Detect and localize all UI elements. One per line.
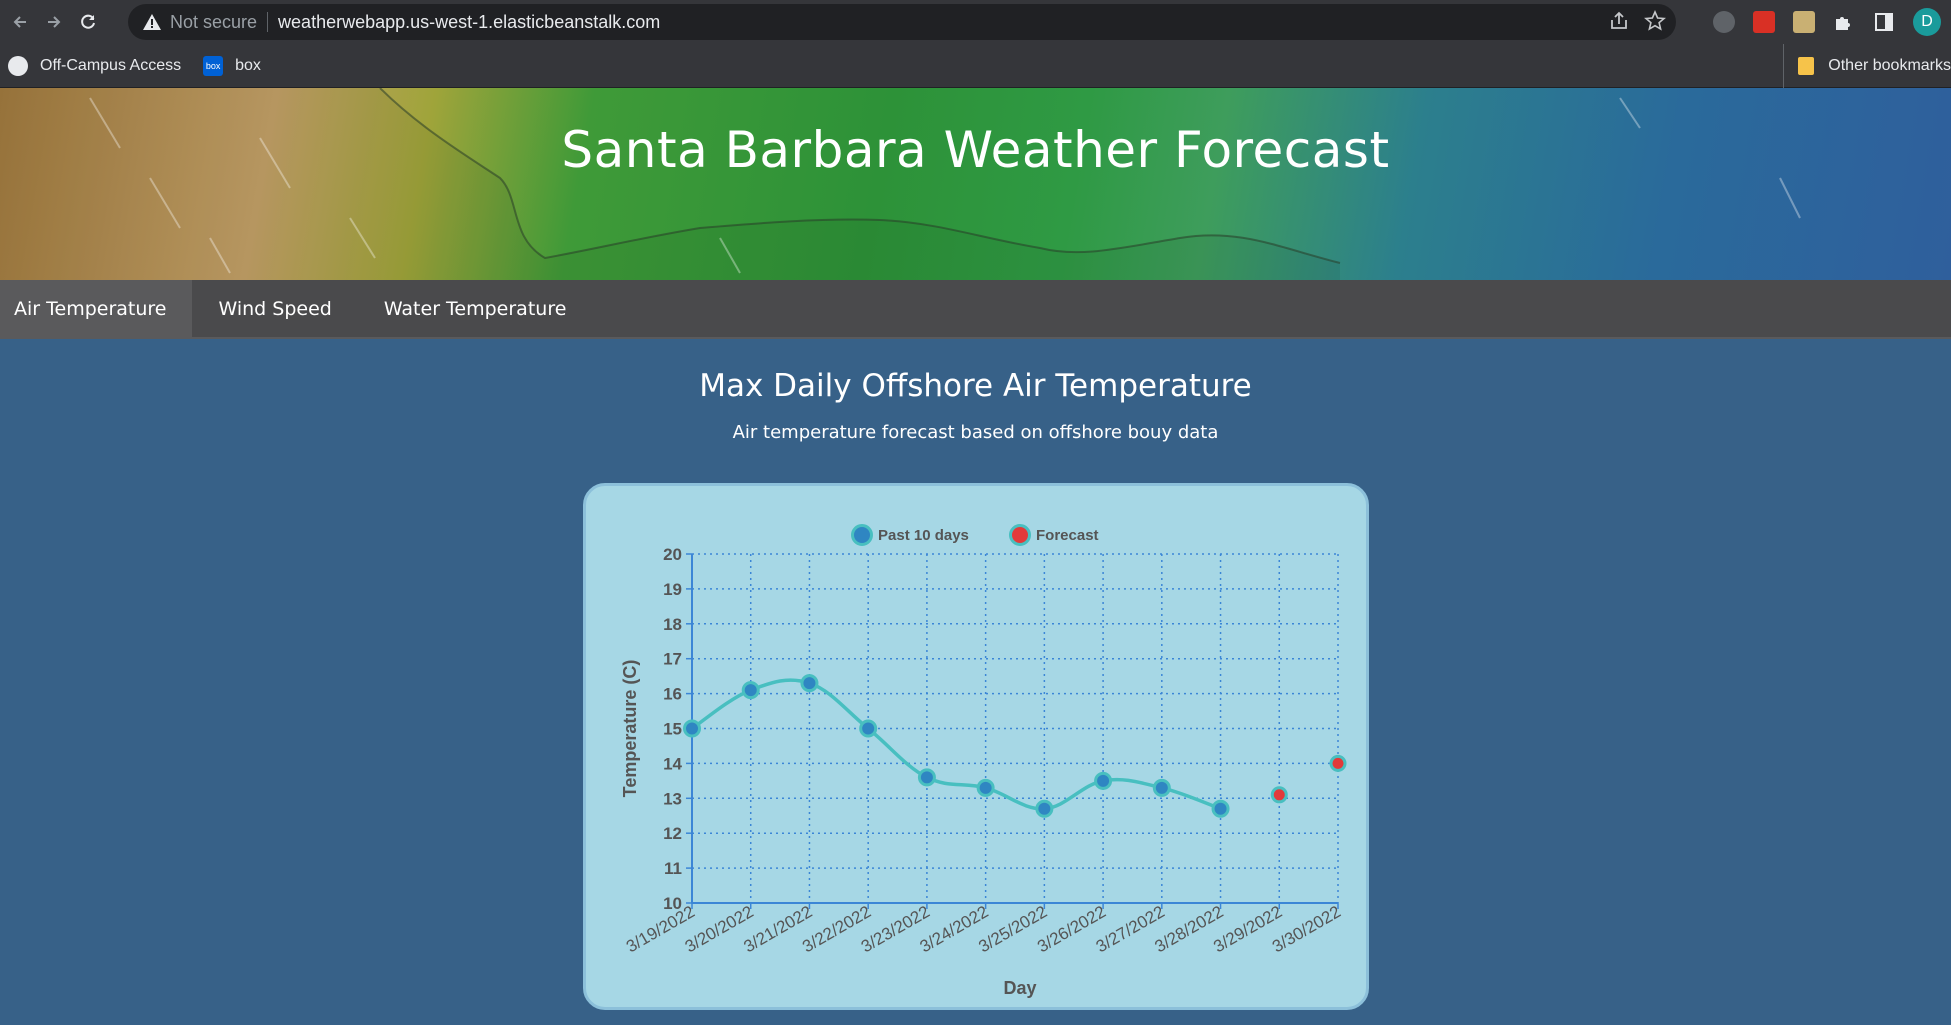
header-banner: Santa Barbara Weather Forecast	[0, 88, 1951, 280]
data-point-past	[1035, 799, 1054, 818]
site-title: Santa Barbara Weather Forecast	[561, 121, 1390, 179]
tab-water-temperature[interactable]: Water Temperature	[358, 280, 593, 337]
page-subtitle: Air temperature forecast based on offsho…	[732, 422, 1219, 443]
extension-red-icon[interactable]	[1753, 11, 1775, 33]
reload-icon[interactable]	[74, 8, 102, 36]
star-icon[interactable]	[1644, 10, 1666, 32]
tab-air-temperature[interactable]: Air Temperature	[0, 280, 193, 337]
data-point-past	[859, 719, 878, 738]
bookmark-box[interactable]: box box	[203, 55, 261, 76]
other-bookmarks[interactable]: Other bookmarks	[1783, 44, 1951, 88]
y-tick-label: 16	[663, 685, 682, 704]
globe-icon	[8, 55, 28, 76]
extension-shield-icon[interactable]	[1713, 11, 1735, 33]
bookmark-off-campus-access[interactable]: Off-Campus Access	[8, 55, 182, 76]
back-icon[interactable]	[6, 8, 34, 36]
legend-marker-past	[851, 524, 873, 546]
y-tick-label: 14	[663, 754, 682, 773]
folder-icon	[1798, 57, 1815, 75]
profile-avatar[interactable]: D	[1913, 8, 1941, 36]
data-point-past	[683, 719, 701, 738]
bookmarks-bar: Off-Campus Access box box Other bookmark…	[0, 44, 1951, 88]
url-text[interactable]: weatherwebapp.us-west-1.elasticbeanstalk…	[278, 12, 660, 33]
forward-icon[interactable]	[40, 8, 68, 36]
y-tick-label: 19	[663, 580, 682, 599]
box-icon: box	[203, 55, 224, 76]
y-tick-label: 18	[663, 615, 682, 634]
divider	[267, 12, 269, 32]
tab-wind-speed[interactable]: Wind Speed	[192, 280, 357, 337]
other-bookmarks-label: Other bookmarks	[1828, 57, 1951, 74]
y-axis-label: Temperature (C)	[620, 660, 640, 798]
bookmark-label: box	[235, 56, 261, 74]
data-point-past	[1094, 771, 1113, 790]
data-point-past	[1211, 799, 1230, 818]
y-tick-label: 11	[664, 859, 682, 878]
series-line-past	[691, 678, 1222, 811]
y-tick-label: 20	[663, 545, 682, 564]
y-tick-label: 15	[663, 720, 682, 739]
y-tick-label: 12	[663, 824, 682, 843]
legend-marker-forecast	[1009, 524, 1031, 546]
data-point-past	[1152, 778, 1171, 797]
data-point-past	[800, 674, 819, 693]
data-point-forecast	[1329, 754, 1347, 772]
data-point-forecast	[1270, 786, 1288, 804]
x-axis-label: Day	[1003, 978, 1036, 998]
puzzle-icon[interactable]	[1833, 11, 1855, 33]
security-label[interactable]: Not secure	[170, 12, 257, 33]
legend-label-forecast: Forecast	[1036, 527, 1099, 544]
warning-icon	[143, 14, 161, 30]
data-point-past	[917, 768, 936, 787]
address-bar[interactable]: Not secure weatherwebapp.us-west-1.elast…	[128, 4, 1676, 40]
legend-label-past: Past 10 days	[878, 527, 969, 544]
data-point-past	[741, 681, 760, 700]
sidepanel-icon[interactable]	[1873, 11, 1895, 33]
y-tick-label: 17	[663, 650, 682, 669]
nav-tabs: Air Temperature Wind Speed Water Tempera…	[0, 280, 1951, 339]
coastline-map-image	[0, 88, 1801, 280]
chart-card: 10 11 12 13 14 15 16 17 18 19 20 3/19/2022 3/20/2022…	[583, 483, 1369, 1010]
page-title: Max Daily Offshore Air Temperature	[699, 368, 1252, 404]
share-icon[interactable]	[1608, 10, 1630, 32]
y-tick-label: 13	[663, 789, 682, 808]
data-point-past	[976, 778, 995, 797]
bookmark-label: Off-Campus Access	[40, 56, 182, 74]
extension-image-icon[interactable]	[1793, 11, 1815, 33]
browser-toolbar: Not secure weatherwebapp.us-west-1.elast…	[0, 0, 1951, 44]
temperature-chart: 10111213141516171819203/19/20223/20/2022…	[620, 524, 1347, 998]
